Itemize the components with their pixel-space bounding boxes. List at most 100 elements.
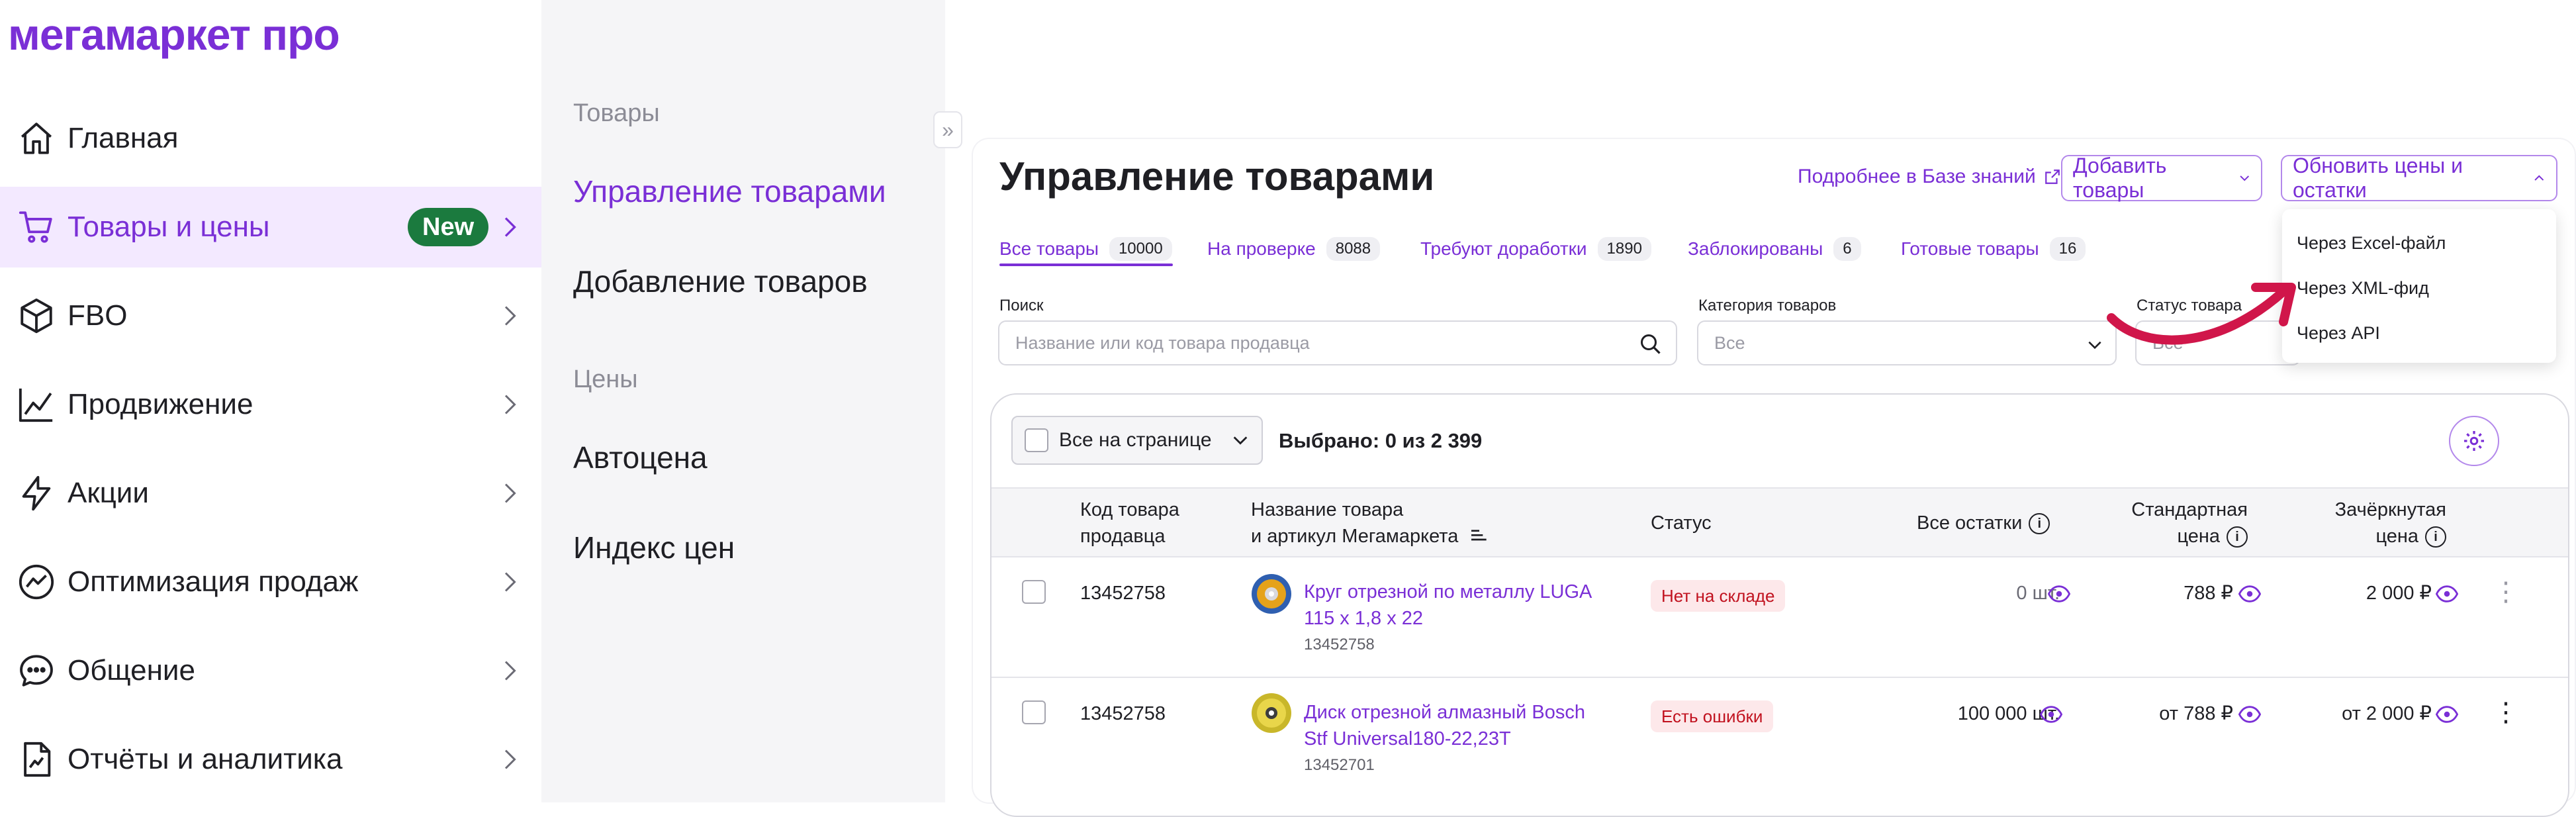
search-icon[interactable]: [1639, 332, 1663, 356]
update-prices-label: Обновить цены и остатки: [2293, 154, 2463, 202]
menu-item-xml-feed[interactable]: Через XML-фид: [2297, 278, 2429, 299]
sidebar-item-label: FBO: [68, 299, 128, 332]
tab-count: 10000: [1109, 237, 1172, 261]
seller-code: 13452758: [1080, 703, 1166, 724]
tab-count: 6: [1833, 237, 1861, 261]
eye-icon[interactable]: [2040, 703, 2062, 726]
tab-label: Требуют доработки: [1420, 238, 1587, 259]
chevron-right-icon: [504, 306, 516, 326]
new-badge: New: [408, 208, 489, 246]
chart-line-icon: [16, 384, 57, 425]
chevron-right-icon: [504, 395, 516, 414]
eye-icon[interactable]: [2436, 703, 2458, 726]
sidebar-item-goods-prices[interactable]: Товары и цены New: [0, 187, 541, 267]
search-label: Поиск: [999, 297, 1044, 314]
col-header-seller-code[interactable]: Код товара продавца: [1080, 497, 1179, 550]
report-icon: [16, 739, 57, 780]
col-header-product-name[interactable]: Название товара и артикул Мегамаркета: [1251, 497, 1490, 550]
sort-icon[interactable]: [1469, 526, 1490, 548]
col-header-status[interactable]: Статус: [1651, 510, 1712, 536]
product-thumbnail: [1252, 574, 1291, 614]
sidebar-item-actions[interactable]: Акции: [0, 453, 541, 534]
sidebar-item-sales-optimization[interactable]: Оптимизация продаж: [0, 542, 541, 622]
tab-ready-goods[interactable]: Готовые товары 16: [1901, 237, 2086, 261]
submenu-item-manage-goods[interactable]: Управление товарами: [573, 173, 886, 209]
tab-label: На проверке: [1207, 238, 1316, 259]
col-header-standard-price[interactable]: Стандартная цена i: [2086, 497, 2248, 550]
row-checkbox[interactable]: [1022, 700, 1046, 724]
add-goods-label: Добавить товары: [2073, 154, 2167, 202]
submenu-item-autoprice[interactable]: Автоцена: [573, 440, 708, 475]
sidebar: мегамаркет про Главная Товары и цены New…: [0, 0, 541, 802]
crossed-price: 2 000 ₽: [2366, 583, 2432, 604]
sidebar-item-reports[interactable]: Отчёты и аналитика: [0, 719, 541, 800]
double-chevron-icon: »: [942, 117, 954, 142]
chat-icon: [16, 650, 57, 691]
header-line: цена: [2177, 526, 2220, 547]
chevron-right-icon: [504, 572, 516, 592]
tab-all-goods[interactable]: Все товары 10000: [999, 237, 1172, 261]
product-name-link[interactable]: Круг отрезной по металлу LUGA 115 x 1,8 x…: [1304, 579, 1592, 632]
submenu-section-goods: Товары: [573, 99, 660, 127]
kb-link-label: Подробнее в Базе знаний: [1798, 166, 2036, 187]
tab-label: Все товары: [999, 238, 1099, 259]
row-menu-icon[interactable]: ⋮: [2493, 579, 2519, 605]
sidebar-item-home[interactable]: Главная: [0, 98, 541, 179]
collapse-sidebar-button[interactable]: »: [933, 111, 962, 148]
eye-icon[interactable]: [2436, 583, 2458, 605]
sidebar-item-label: Акции: [68, 477, 149, 509]
eye-icon[interactable]: [2238, 703, 2261, 726]
tab-label: Заблокированы: [1688, 238, 1823, 259]
sidebar-item-communication[interactable]: Общение: [0, 630, 541, 711]
menu-item-api[interactable]: Через API: [2297, 323, 2380, 344]
search-placeholder: Название или код товара продавца: [1015, 332, 1310, 353]
product-name-link[interactable]: Диск отрезной алмазный Bosch Stf Universa…: [1304, 699, 1585, 752]
header-line: Код товара: [1080, 499, 1179, 520]
standard-price: 788 ₽: [2184, 583, 2233, 604]
info-icon[interactable]: i: [2029, 513, 2050, 535]
row-menu-icon[interactable]: ⋮: [2493, 699, 2519, 726]
select-all-dropdown[interactable]: Все на странице: [1011, 416, 1263, 465]
selected-count: Выбрано: 0 из 2 399: [1279, 429, 1483, 452]
table-settings-button[interactable]: [2449, 416, 2499, 466]
tab-on-review[interactable]: На проверке 8088: [1207, 237, 1381, 261]
update-prices-stock-button[interactable]: Обновить цены и остатки: [2281, 154, 2557, 202]
trend-icon: [16, 561, 57, 602]
chevron-down-icon: [1233, 436, 1248, 445]
chevron-down-icon: [2239, 175, 2249, 181]
product-name-line: Круг отрезной по металлу LUGA: [1304, 581, 1592, 602]
tab-need-rework[interactable]: Требуют доработки 1890: [1420, 237, 1651, 261]
submenu-item-price-index[interactable]: Индекс цен: [573, 530, 735, 565]
sidebar-item-label: Общение: [68, 654, 195, 687]
eye-icon[interactable]: [2238, 583, 2261, 605]
knowledge-base-link[interactable]: Подробнее в Базе знаний: [1798, 166, 2061, 188]
col-header-all-stock[interactable]: Все остатки i: [1917, 510, 2050, 536]
row-checkbox[interactable]: [1022, 580, 1046, 604]
update-prices-dropdown: Через Excel-файл Через XML-фид Через API: [2282, 209, 2556, 363]
brand-logo[interactable]: мегамаркет про: [8, 9, 340, 60]
sidebar-item-label: Отчёты и аналитика: [68, 743, 343, 775]
sidebar-item-fbo[interactable]: FBO: [0, 275, 541, 356]
menu-item-excel[interactable]: Через Excel-файл: [2297, 233, 2446, 254]
product-name-line: Диск отрезной алмазный Bosch: [1304, 702, 1585, 723]
add-goods-button[interactable]: Добавить товары: [2061, 154, 2262, 202]
info-icon[interactable]: i: [2425, 526, 2446, 548]
search-input[interactable]: Название или код товара продавца: [998, 320, 1677, 365]
product-name-line: 115 x 1,8 x 22: [1304, 608, 1424, 629]
gear-icon: [2464, 431, 2484, 451]
chevron-right-icon: [504, 483, 516, 503]
sidebar-item-promotion[interactable]: Продвижение: [0, 364, 541, 445]
col-header-crossed-price[interactable]: Зачёркнутая цена i: [2269, 497, 2446, 550]
chevron-right-icon: [504, 749, 516, 769]
active-tab-indicator: [999, 264, 1173, 266]
page-title: Управление товарами: [999, 154, 1435, 199]
submenu-item-add-goods[interactable]: Добавление товаров: [573, 264, 868, 299]
select-all-checkbox[interactable]: [1025, 428, 1048, 452]
stock-value: 0 шт.: [2016, 583, 2060, 604]
tab-count: 16: [2049, 237, 2086, 261]
info-icon[interactable]: i: [2227, 526, 2248, 548]
eye-icon[interactable]: [2048, 583, 2070, 605]
tab-blocked[interactable]: Заблокированы 6: [1688, 237, 1861, 261]
lightning-icon: [16, 473, 57, 514]
category-select[interactable]: Все: [1697, 320, 2117, 365]
